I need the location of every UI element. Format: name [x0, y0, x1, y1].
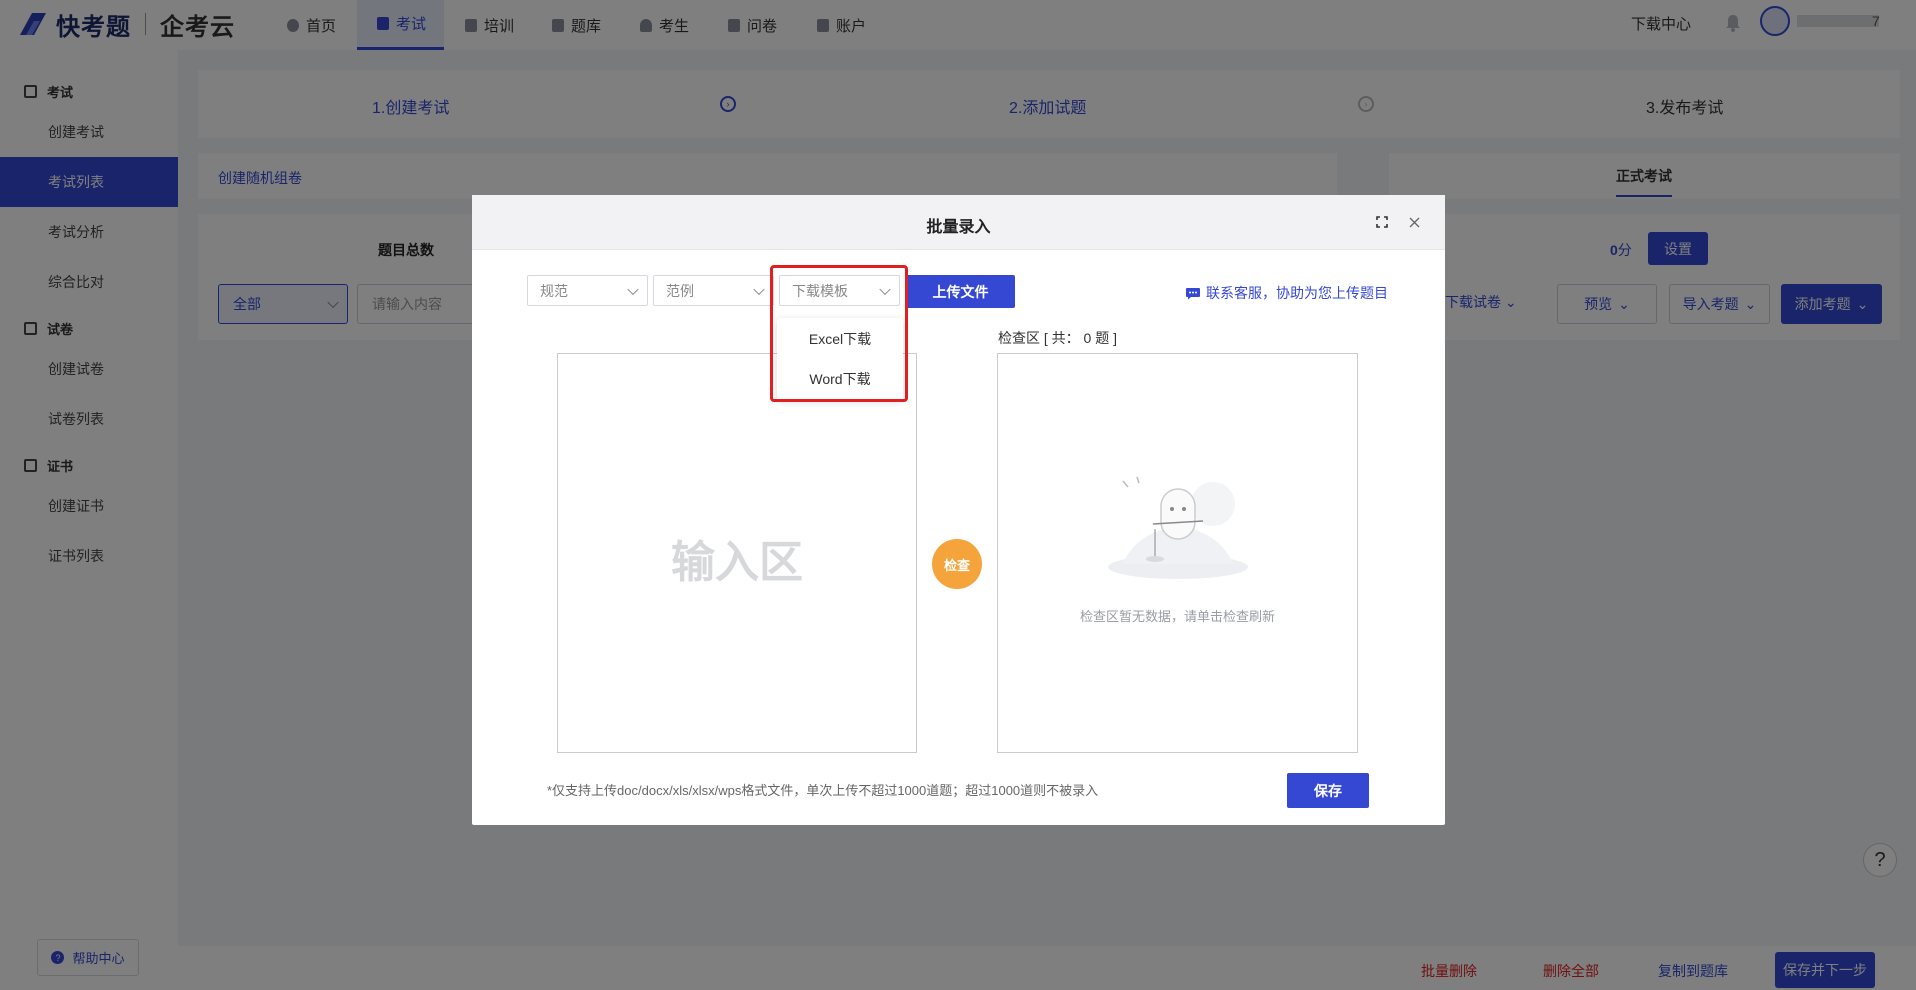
- check-area: 检查区暂无数据，请单击检查刷新: [997, 353, 1358, 753]
- spec-select[interactable]: 规范: [527, 275, 648, 306]
- chevron-down-icon: [627, 283, 639, 295]
- example-select-label: 范例: [666, 282, 694, 299]
- highlight-box: [770, 265, 908, 402]
- close-icon[interactable]: [1409, 217, 1420, 228]
- modal-header: 批量录入: [472, 195, 1445, 250]
- save-button[interactable]: 保存: [1287, 773, 1369, 808]
- fullscreen-icon[interactable]: [1376, 216, 1388, 228]
- contact-support-link[interactable]: 联系客服，协助为您上传题目: [1185, 283, 1388, 303]
- upload-file-button[interactable]: 上传文件: [906, 275, 1015, 308]
- example-select[interactable]: 范例: [653, 275, 774, 306]
- check-area-label: 检查区 [ 共： 0 题 ]: [998, 330, 1118, 346]
- empty-state-illustration: [1108, 476, 1248, 579]
- input-area-placeholder: 输入区: [671, 538, 803, 587]
- modal-title: 批量录入: [926, 219, 991, 236]
- upload-footnote: *仅支持上传doc/docx/xls/xlsx/wps格式文件，单次上传不超过1…: [547, 783, 1099, 798]
- chevron-down-icon: [753, 283, 765, 295]
- input-area[interactable]: 输入区: [557, 353, 917, 753]
- chat-icon: [1186, 287, 1200, 299]
- check-button[interactable]: 检查: [932, 539, 982, 589]
- spec-select-label: 规范: [540, 282, 568, 299]
- check-area-empty-text: 检查区暂无数据，请单击检查刷新: [1079, 609, 1275, 624]
- batch-entry-modal: 批量录入 规范 范例 下载模板 上传文件 联系客服，协助为您上传题目 输入区 检…: [472, 195, 1445, 825]
- contact-support-label: 联系客服，协助为您上传题目: [1206, 285, 1388, 301]
